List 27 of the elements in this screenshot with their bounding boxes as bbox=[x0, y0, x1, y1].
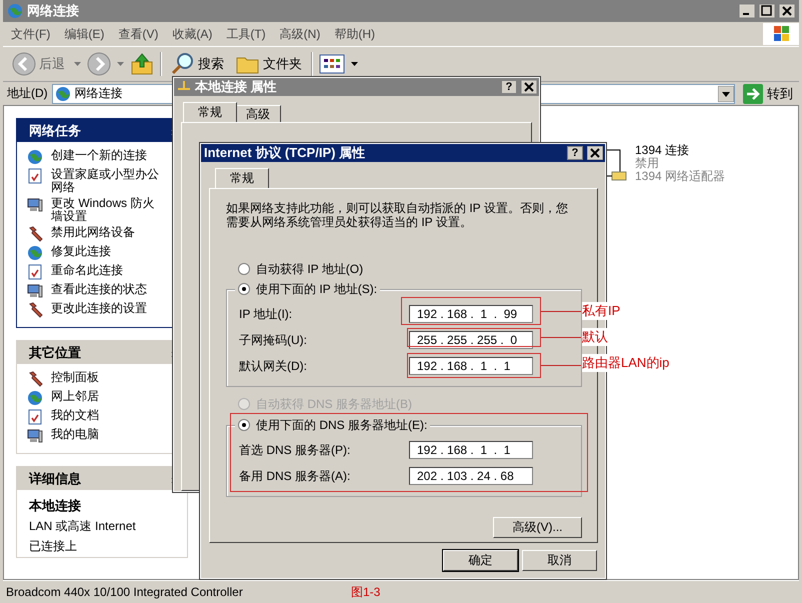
field-label: 默认网关(D): bbox=[239, 358, 308, 374]
dialog-title: Internet 协议 (TCP/IP) 属性 bbox=[204, 144, 366, 162]
details-name: 本地连接 bbox=[29, 497, 82, 515]
details-text: 已连接上 bbox=[29, 538, 78, 555]
window-title: 网络连接 bbox=[27, 2, 80, 20]
radio-label: 使用下面的 DNS 服务器地址(E): bbox=[256, 416, 428, 434]
field-label: 首选 DNS 服务器(P): bbox=[239, 442, 352, 458]
status-text: Broadcom 440x 10/100 Integrated Controller bbox=[5, 585, 244, 599]
connection-name: 1394 连接 bbox=[635, 144, 690, 157]
panel-title: 详细信息 bbox=[29, 470, 82, 488]
field-label: IP 地址(I): bbox=[239, 306, 294, 322]
field-label: 备用 DNS 服务器(A): bbox=[239, 468, 352, 484]
annotation-text: 路由器LAN的ip bbox=[582, 354, 670, 372]
panel-title: 网络任务 bbox=[29, 122, 82, 140]
details-text: LAN 或高速 Internet bbox=[29, 518, 137, 535]
description-text: 如果网络支持此功能，则可以获取自动指派的 IP 设置。否则，您需要从网络系统管理员处获得适当的 IP 设置。 bbox=[226, 201, 569, 229]
connection-status: 禁用 bbox=[635, 157, 660, 170]
radio-label: 自动获得 IP 地址(O) bbox=[256, 260, 364, 278]
dialog-title: 本地连接 属性 bbox=[195, 78, 278, 96]
annotation-text: 私有IP bbox=[582, 302, 620, 320]
connection-device: 1394 网络适配器 bbox=[635, 170, 726, 183]
radio-label: 使用下面的 IP 地址(S): bbox=[256, 280, 378, 298]
address-label: 地址(D) bbox=[7, 85, 48, 102]
figure-caption: 图1-3 bbox=[351, 584, 380, 600]
annotation-text: 默认 bbox=[582, 328, 608, 346]
field-label: 子网掩码(U): bbox=[239, 332, 308, 348]
panel-title: 其它位置 bbox=[29, 344, 82, 362]
